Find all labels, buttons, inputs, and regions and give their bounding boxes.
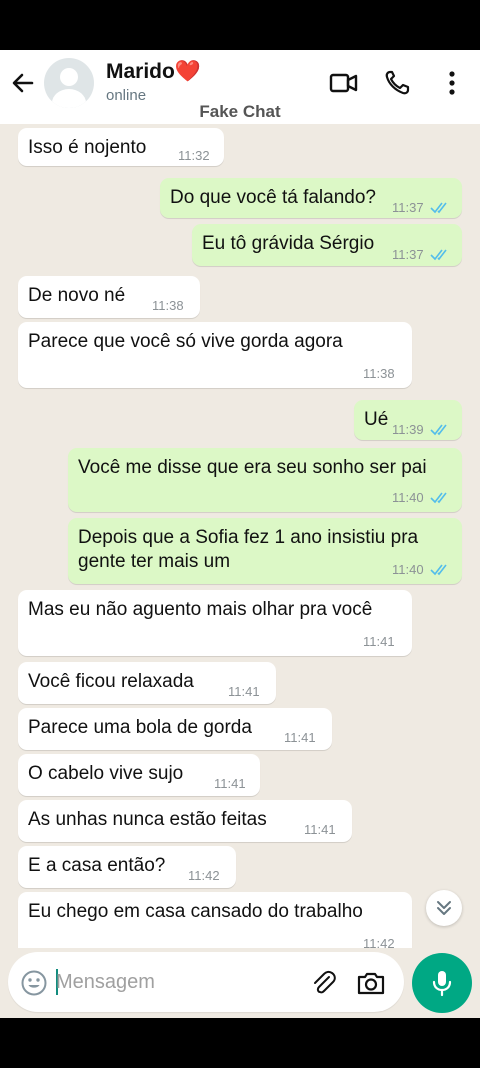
read-receipt-icon	[430, 564, 447, 576]
message-time: 11:37	[392, 247, 424, 262]
message-bubble-outgoing[interactable]: Ué 11:39	[354, 400, 462, 440]
message-text: Depois que a Sofia fez 1 ano insistiu pr…	[78, 527, 419, 572]
message-bubble-incoming[interactable]: De novo né 11:38	[18, 276, 200, 318]
message-time: 11:41	[284, 730, 316, 745]
message-composer[interactable]: Mensagem	[8, 952, 404, 1012]
message-text: Parece uma bola de gorda	[28, 717, 252, 738]
emoji-icon[interactable]	[20, 969, 48, 997]
read-receipt-icon	[430, 202, 447, 214]
scroll-to-bottom-button[interactable]	[426, 890, 462, 926]
read-receipt-icon	[430, 492, 447, 504]
message-time: 11:41	[304, 822, 336, 837]
chat-screen: Marido❤️ online Fake Chat Isso é nojento…	[0, 50, 480, 1018]
message-text: Você me disse que era seu sonho ser pai	[78, 457, 427, 478]
message-bubble-outgoing[interactable]: Do que você tá falando? 11:37	[160, 178, 462, 218]
video-call-icon[interactable]	[328, 68, 360, 98]
message-text: Mas eu não aguento mais olhar pra você	[28, 599, 373, 620]
double-chevron-down-icon	[437, 901, 451, 915]
avatar[interactable]	[44, 58, 94, 108]
message-time: 11:41	[228, 684, 260, 699]
message-bubble-incoming[interactable]: Parece uma bola de gorda 11:41	[18, 708, 332, 750]
message-text: Isso é nojento	[28, 137, 147, 158]
message-bubble-incoming[interactable]: E a casa então? 11:42	[18, 846, 236, 888]
more-options-icon[interactable]	[436, 68, 468, 98]
microphone-icon	[432, 971, 452, 997]
voice-message-button[interactable]	[412, 953, 472, 1013]
message-bubble-incoming[interactable]: Isso é nojento 11:32	[18, 128, 224, 166]
message-text: O cabelo vive sujo	[28, 763, 184, 784]
message-text: Do que você tá falando?	[170, 187, 376, 208]
message-time: 11:39	[392, 422, 424, 437]
chat-header: Marido❤️ online Fake Chat	[0, 50, 480, 124]
voice-call-icon[interactable]	[382, 68, 414, 98]
message-text: As unhas nunca estão feitas	[28, 809, 267, 830]
message-list[interactable]: Isso é nojento 11:32 Do que você tá fala…	[0, 124, 480, 948]
overlay-label: Fake Chat	[199, 102, 281, 121]
camera-icon[interactable]	[356, 969, 386, 997]
message-bubble-incoming[interactable]: As unhas nunca estão feitas 11:41	[18, 800, 352, 842]
message-time: 11:32	[178, 148, 210, 163]
read-receipt-icon	[430, 424, 447, 436]
message-text: Eu tô grávida Sérgio	[202, 233, 375, 254]
message-bubble-incoming[interactable]: Eu chego em casa cansado do trabalho 11:…	[18, 892, 412, 948]
message-time: 11:37	[392, 200, 424, 215]
message-time: 11:38	[152, 298, 184, 313]
avatar-head-shape	[60, 68, 78, 86]
read-receipt-icon	[430, 249, 447, 261]
contact-name[interactable]: Marido❤️	[106, 60, 201, 84]
paperclip-icon[interactable]	[310, 969, 338, 997]
message-text: Ué	[364, 409, 389, 430]
message-time: 11:38	[363, 366, 395, 381]
message-time: 11:40	[392, 490, 424, 505]
message-bubble-incoming[interactable]: Mas eu não aguento mais olhar pra você 1…	[18, 590, 412, 656]
message-time: 11:42	[188, 868, 220, 883]
message-bubble-outgoing[interactable]: Você me disse que era seu sonho ser pai …	[68, 448, 462, 512]
message-text: E a casa então?	[28, 855, 166, 876]
back-arrow-icon[interactable]	[8, 68, 38, 98]
message-text: De novo né	[28, 285, 126, 306]
message-bubble-outgoing[interactable]: Eu tô grávida Sérgio 11:37	[192, 224, 462, 266]
message-time: 11:41	[214, 776, 246, 791]
message-bubble-incoming[interactable]: Parece que você só vive gorda agora 11:3…	[18, 322, 412, 388]
message-time: 11:41	[363, 634, 395, 649]
message-input[interactable]: Mensagem	[56, 971, 155, 994]
message-time: 11:40	[392, 562, 424, 577]
message-text: Você ficou relaxada	[28, 671, 194, 692]
message-bubble-incoming[interactable]: O cabelo vive sujo 11:41	[18, 754, 260, 796]
message-text: Parece que você só vive gorda agora	[28, 331, 343, 352]
message-bubble-outgoing[interactable]: Depois que a Sofia fez 1 ano insistiu pr…	[68, 518, 462, 584]
message-text: Eu chego em casa cansado do trabalho	[28, 901, 363, 922]
message-time: 11:42	[363, 936, 395, 948]
message-bubble-incoming[interactable]: Você ficou relaxada 11:41	[18, 662, 276, 704]
